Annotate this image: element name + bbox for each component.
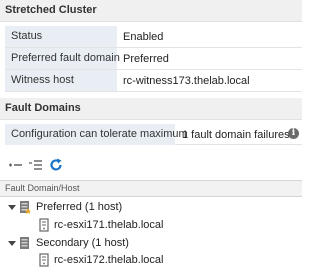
host-icon — [38, 253, 50, 267]
tree-item-label: Secondary (1 host) — [36, 237, 129, 249]
stretched-cluster-header: Stretched Cluster — [0, 0, 302, 22]
column-header-fault-domain-host: Fault Domain/Host — [5, 183, 80, 193]
tree-item-label: Preferred (1 host) — [36, 201, 123, 213]
section-title: Stretched Cluster — [5, 4, 97, 16]
witness-host-row: Witness host rc-witness173.thelab.local — [5, 70, 302, 92]
fault-domain-toolbar — [8, 157, 128, 175]
status-value: Enabled — [123, 31, 164, 43]
status-row: Status Enabled — [5, 26, 302, 48]
status-label: Status — [5, 26, 117, 47]
tree-item-label: rc-esxi172.thelab.local — [54, 254, 164, 266]
edit-list-icon[interactable] — [28, 157, 44, 173]
fault-domain-grid-header[interactable]: Fault Domain/Host — [0, 180, 302, 197]
chevron-down-icon[interactable] — [8, 203, 16, 211]
fault-domains-header: Fault Domains — [0, 98, 302, 120]
secondary-domain-icon — [19, 236, 31, 250]
section-title: Fault Domains — [5, 102, 81, 114]
tolerate-row: Configuration can tolerate maximum 1 fau… — [5, 124, 302, 145]
preferred-fault-domain-row: Preferred fault domain Preferred — [5, 48, 302, 70]
tree-row-host-172[interactable]: rc-esxi172.thelab.local — [0, 251, 302, 270]
host-icon — [38, 218, 50, 232]
tree-row-preferred[interactable]: Preferred (1 host) — [0, 198, 302, 217]
tree-row-host-171[interactable]: rc-esxi171.thelab.local — [0, 216, 302, 235]
witness-host-label: Witness host — [5, 70, 117, 91]
tolerate-value: 1 fault domain failures — [182, 129, 290, 141]
add-fault-domain-icon[interactable] — [8, 157, 24, 173]
preferred-fault-domain-label: Preferred fault domain — [5, 48, 120, 69]
refresh-icon[interactable] — [48, 157, 64, 173]
preferred-fault-domain-value: Preferred — [123, 53, 169, 65]
preferred-domain-icon — [19, 200, 31, 214]
info-icon[interactable]: i — [288, 128, 299, 139]
tree-item-label: rc-esxi171.thelab.local — [54, 219, 164, 231]
chevron-down-icon[interactable] — [8, 239, 16, 247]
tolerate-label: Configuration can tolerate maximum — [5, 124, 188, 145]
witness-host-value: rc-witness173.thelab.local — [123, 75, 250, 87]
